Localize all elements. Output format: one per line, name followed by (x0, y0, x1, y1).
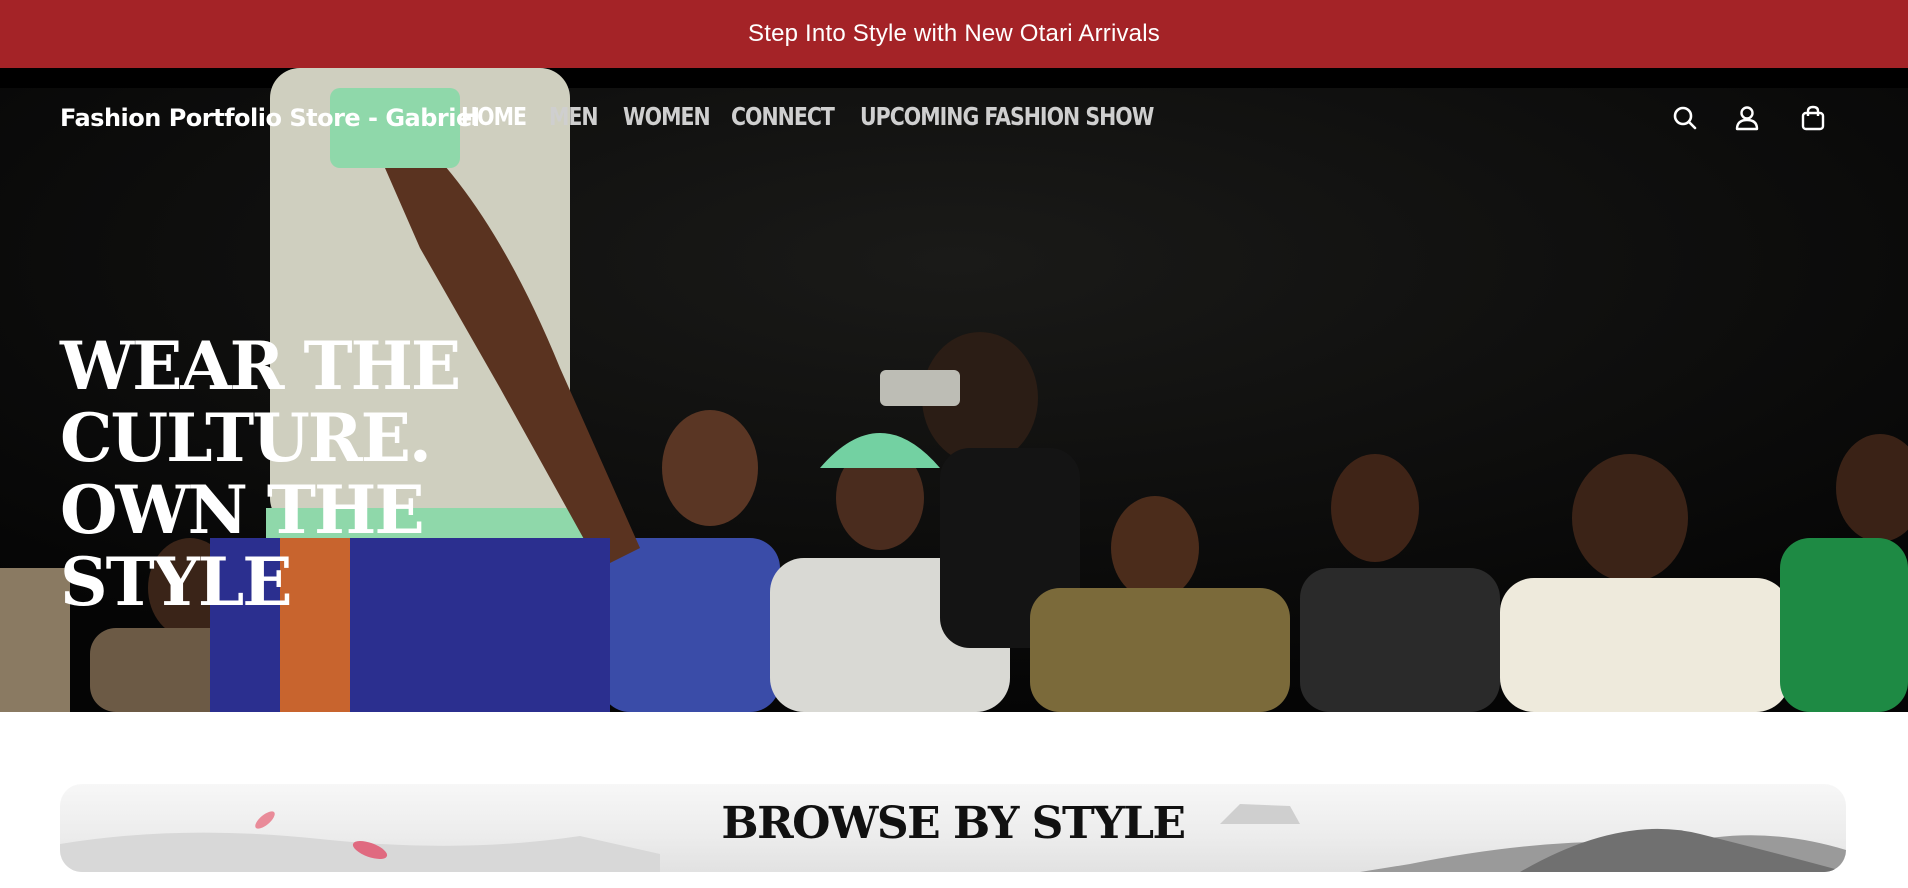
search-icon[interactable] (1671, 104, 1699, 132)
nav-home[interactable]: HOME (461, 102, 527, 131)
announcement-text[interactable]: Step Into Style with New Otari Arrivals (748, 20, 1160, 48)
cart-icon[interactable] (1799, 104, 1827, 132)
browse-title: BROWSE BY STYLE (721, 798, 1186, 849)
browse-by-style-banner: BROWSE BY STYLE (60, 784, 1846, 872)
nav-upcoming-fashion-show[interactable]: UPCOMING FASHION SHOW (860, 102, 1154, 131)
account-icon[interactable] (1733, 104, 1761, 132)
site-header: Fashion Portfolio Store - Gabriel HOME M… (0, 88, 1908, 148)
site-logo[interactable]: Fashion Portfolio Store - Gabriel (60, 104, 480, 132)
hero-title: WEAR THE CULTURE. OWN THE STYLE (60, 327, 461, 621)
nav-men[interactable]: MEN (549, 102, 599, 131)
nav-women[interactable]: WOMEN (623, 102, 711, 131)
announcement-bar: Step Into Style with New Otari Arrivals (0, 0, 1908, 68)
nav-connect[interactable]: CONNECT (731, 102, 835, 131)
